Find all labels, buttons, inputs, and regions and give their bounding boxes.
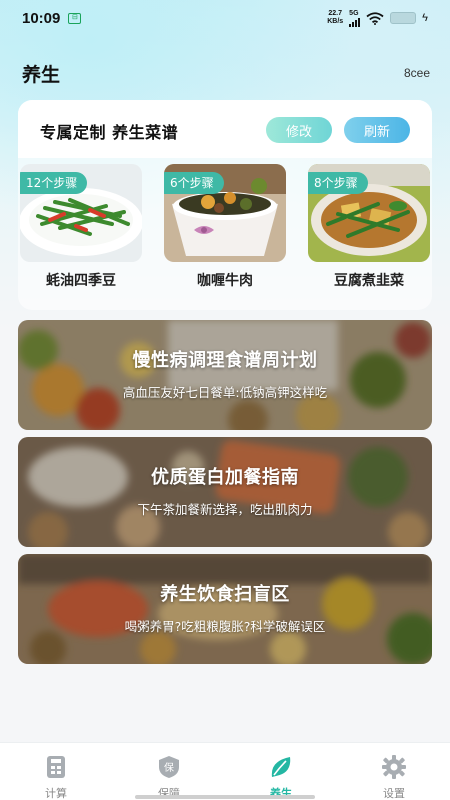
status-indicators: 22.7 KB/s 5G ϟ [327,10,428,27]
gear-icon [382,755,406,779]
nav-item-wellness[interactable]: 养生 [251,755,311,800]
dish-step-badge: 6个步骤 [164,172,224,194]
dish-step-badge: 12个步骤 [20,172,88,194]
net-speed-value: 22.7 [328,10,342,17]
nav-label: 设置 [383,787,405,800]
article-banner-protein[interactable]: 优质蛋白加餐指南 下午茶加餐新选择，吃出肌肉力 [18,437,432,547]
net-speed: 22.7 KB/s [327,10,343,26]
nav-label: 计算 [45,787,67,800]
status-bar: 10:09 ⊟ 22.7 KB/s 5G ϟ [0,0,450,36]
wifi-icon [366,11,384,25]
article-banner-diet-myths[interactable]: 养生饮食扫盲区 喝粥养胃?吃粗粮腹胀?科学破解误区 [18,554,432,664]
page-title: 养生 [22,64,61,86]
leaf-icon [271,757,291,777]
refresh-button[interactable]: 刷新 [344,117,410,143]
bottom-nav: 计算 保 保障 养生 设置 [0,742,450,800]
svg-text:保: 保 [164,761,174,774]
notification-app-icon: ⊟ [68,12,82,24]
status-time: 10:09 [22,9,61,27]
dish-image: 6个步骤 [164,164,286,262]
recipe-panel-title: 专属定制 养生菜谱 [40,123,179,142]
banner-title: 慢性病调理食谱周计划 [132,350,318,371]
nav-item-protection[interactable]: 保 保障 [139,755,199,800]
banner-title: 养生饮食扫盲区 [160,584,290,605]
nav-item-settings[interactable]: 设置 [364,755,424,800]
device-code: 8cee [403,66,430,80]
banner-subtitle: 喝粥养胃?吃粗粮腹胀?科学破解误区 [124,619,326,634]
lightning-icon: ϟ [422,12,428,24]
recipe-panel-header: 专属定制 养生菜谱 修改 刷新 [18,100,432,158]
banner-subtitle: 高血压友好七日餐单:低钠高钾这样吃 [122,385,328,400]
dish-image: 12个步骤 [20,164,142,262]
recipe-panel: 专属定制 养生菜谱 修改 刷新 12个步骤 蚝油四季豆 6个步骤 咖喱牛肉 8个… [18,100,432,310]
dish-card[interactable]: 6个步骤 咖喱牛肉 [164,164,286,290]
banner-subtitle: 下午茶加餐新选择，吃出肌肉力 [137,502,313,517]
network-type: 5G [349,9,359,17]
shield-icon: 保 [159,756,179,778]
calculator-icon [47,756,65,778]
battery-icon [390,12,417,24]
nav-item-calculate[interactable]: 计算 [26,755,86,800]
dish-image: 8个步骤 [308,164,430,262]
cellular-signal-icon: 5G [349,9,361,27]
dish-card[interactable]: 12个步骤 蚝油四季豆 [20,164,142,290]
home-indicator[interactable] [135,795,315,799]
net-speed-unit: KB/s [327,18,344,25]
dish-step-badge: 8个步骤 [308,172,368,194]
dish-card[interactable]: 8个步骤 豆腐煮韭菜 [308,164,430,290]
article-banner-chronic-disease[interactable]: 慢性病调理食谱周计划 高血压友好七日餐单:低钠高钾这样吃 [18,320,432,430]
dish-name: 咖喱牛肉 [197,273,253,289]
dish-name: 豆腐煮韭菜 [334,273,404,289]
edit-button[interactable]: 修改 [266,117,332,143]
banner-title: 优质蛋白加餐指南 [151,467,299,488]
dish-name: 蚝油四季豆 [46,273,116,289]
